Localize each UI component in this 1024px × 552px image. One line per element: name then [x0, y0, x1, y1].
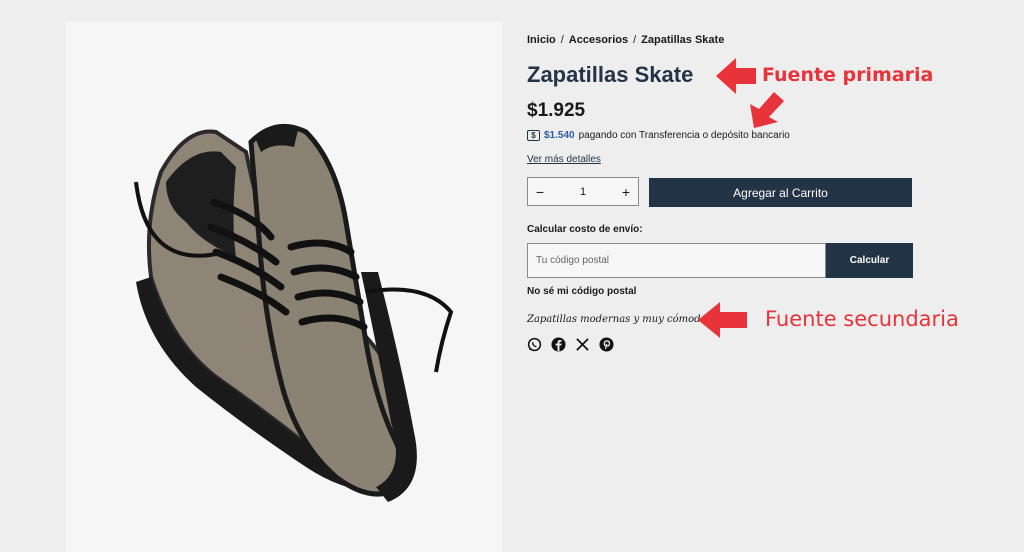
- breadcrumb-current: Zapatillas Skate: [641, 34, 725, 46]
- decrease-quantity-button[interactable]: −: [528, 184, 552, 200]
- shipping-label: Calcular costo de envío:: [527, 224, 643, 235]
- annotation-arrow-icon: [698, 302, 747, 338]
- money-icon: $: [527, 130, 540, 141]
- share-icons: [527, 337, 614, 352]
- breadcrumb-accesorios[interactable]: Accesorios: [569, 34, 628, 46]
- transfer-price-row: $ $1.540 pagando con Transferencia o dep…: [527, 130, 790, 141]
- product-price: $1.925: [527, 100, 586, 121]
- add-to-cart-button[interactable]: Agregar al Carrito: [649, 178, 912, 207]
- breadcrumb-home[interactable]: Inicio: [527, 34, 556, 46]
- sneakers-illustration: [134, 123, 454, 502]
- product-description: Zapatillas modernas y muy cómodas.: [527, 314, 715, 325]
- quantity-value[interactable]: 1: [580, 186, 586, 198]
- product-title: Zapatillas Skate: [527, 62, 694, 87]
- transfer-text: pagando con Transferencia o depósito ban…: [578, 130, 790, 141]
- facebook-icon[interactable]: [551, 337, 566, 352]
- secondary-font-annotation: Fuente secundaria: [765, 307, 959, 331]
- transfer-price: $1.540: [544, 130, 575, 141]
- annotation-arrow-icon: [750, 92, 784, 128]
- whatsapp-icon[interactable]: [527, 337, 542, 352]
- zip-code-input[interactable]: [527, 243, 826, 278]
- primary-font-annotation: Fuente primaria: [762, 64, 934, 86]
- calculate-shipping-button[interactable]: Calcular: [826, 243, 913, 278]
- x-icon[interactable]: [575, 337, 590, 352]
- increase-quantity-button[interactable]: +: [614, 184, 638, 200]
- details-link[interactable]: Ver más detalles: [527, 154, 601, 165]
- breadcrumb: Inicio / Accesorios / Zapatillas Skate: [527, 34, 724, 46]
- unknown-zip-link[interactable]: No sé mi código postal: [527, 286, 636, 297]
- breadcrumb-separator: /: [560, 34, 564, 46]
- breadcrumb-separator: /: [633, 34, 637, 46]
- product-image[interactable]: [66, 22, 502, 552]
- quantity-stepper: − 1 +: [527, 177, 639, 206]
- pinterest-icon[interactable]: [599, 337, 614, 352]
